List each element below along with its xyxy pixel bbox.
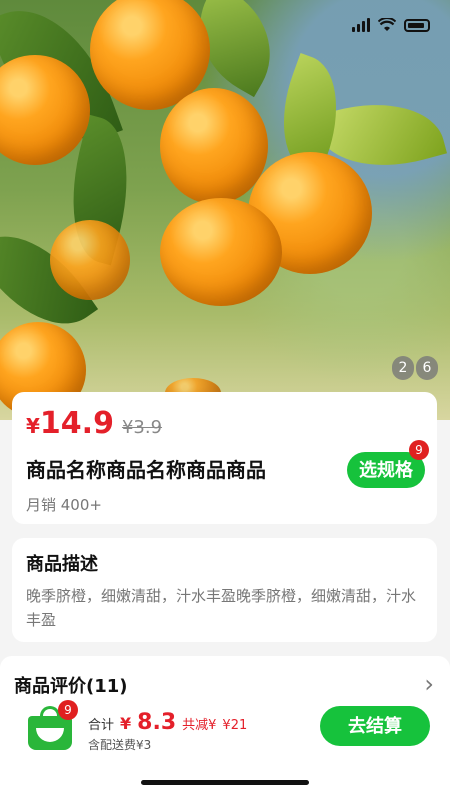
checkout-button[interactable]: 去结算 <box>320 706 430 746</box>
price-currency: ¥ <box>26 414 40 438</box>
total-row: 合计 ¥ 8.3 共减¥ ¥21 <box>88 710 247 735</box>
wifi-icon <box>378 18 396 31</box>
product-image[interactable]: 2 6 <box>0 0 450 420</box>
reviews-title: 商品评价(11) <box>14 676 128 697</box>
cart-badge: 9 <box>58 700 78 720</box>
current-price: 14.9 <box>39 406 114 441</box>
status-bar <box>352 18 430 32</box>
reduction-amount: ¥21 <box>222 718 248 733</box>
price-row: ¥ 14.9 ¥3.9 <box>26 406 162 441</box>
orange <box>160 198 282 306</box>
shipping-fee: 含配送费¥3 <box>88 738 152 752</box>
reduction-label: 共减¥ <box>182 718 217 733</box>
product-title: 商品名称商品名称商品商品 <box>26 458 266 482</box>
signal-icon <box>352 18 370 32</box>
spec-badge: 9 <box>409 440 429 460</box>
original-price: ¥3.9 <box>121 417 163 438</box>
total-currency: ¥ <box>120 714 132 733</box>
product-info-card: ¥ 14.9 ¥3.9 商品名称商品名称商品商品 月销 400+ 选规格 9 <box>12 392 437 524</box>
description-title: 商品描述 <box>26 554 98 575</box>
orange <box>50 220 130 300</box>
total-amount: 8.3 <box>137 710 177 735</box>
orange <box>160 88 268 204</box>
home-indicator <box>141 780 309 785</box>
monthly-sales: 月销 400+ <box>26 496 102 514</box>
total-label: 合计 <box>88 718 115 733</box>
description-card: 商品描述 晚季脐橙，细嫩清甜，汁水丰盈晚季脐橙，细嫩清甜，汁水丰盈 <box>12 538 437 642</box>
description-text: 晚季脐橙，细嫩清甜，汁水丰盈晚季脐橙，细嫩清甜，汁水丰盈 <box>26 587 417 629</box>
image-pager: 2 6 <box>392 356 438 380</box>
bottom-bar: 9 合计 ¥ 8.3 共减¥ ¥21 含配送费¥3 去结算 <box>0 696 450 800</box>
battery-icon <box>404 18 430 32</box>
pager-total: 6 <box>416 356 438 380</box>
pager-current: 2 <box>392 356 414 380</box>
chevron-right-icon: › <box>424 670 434 698</box>
